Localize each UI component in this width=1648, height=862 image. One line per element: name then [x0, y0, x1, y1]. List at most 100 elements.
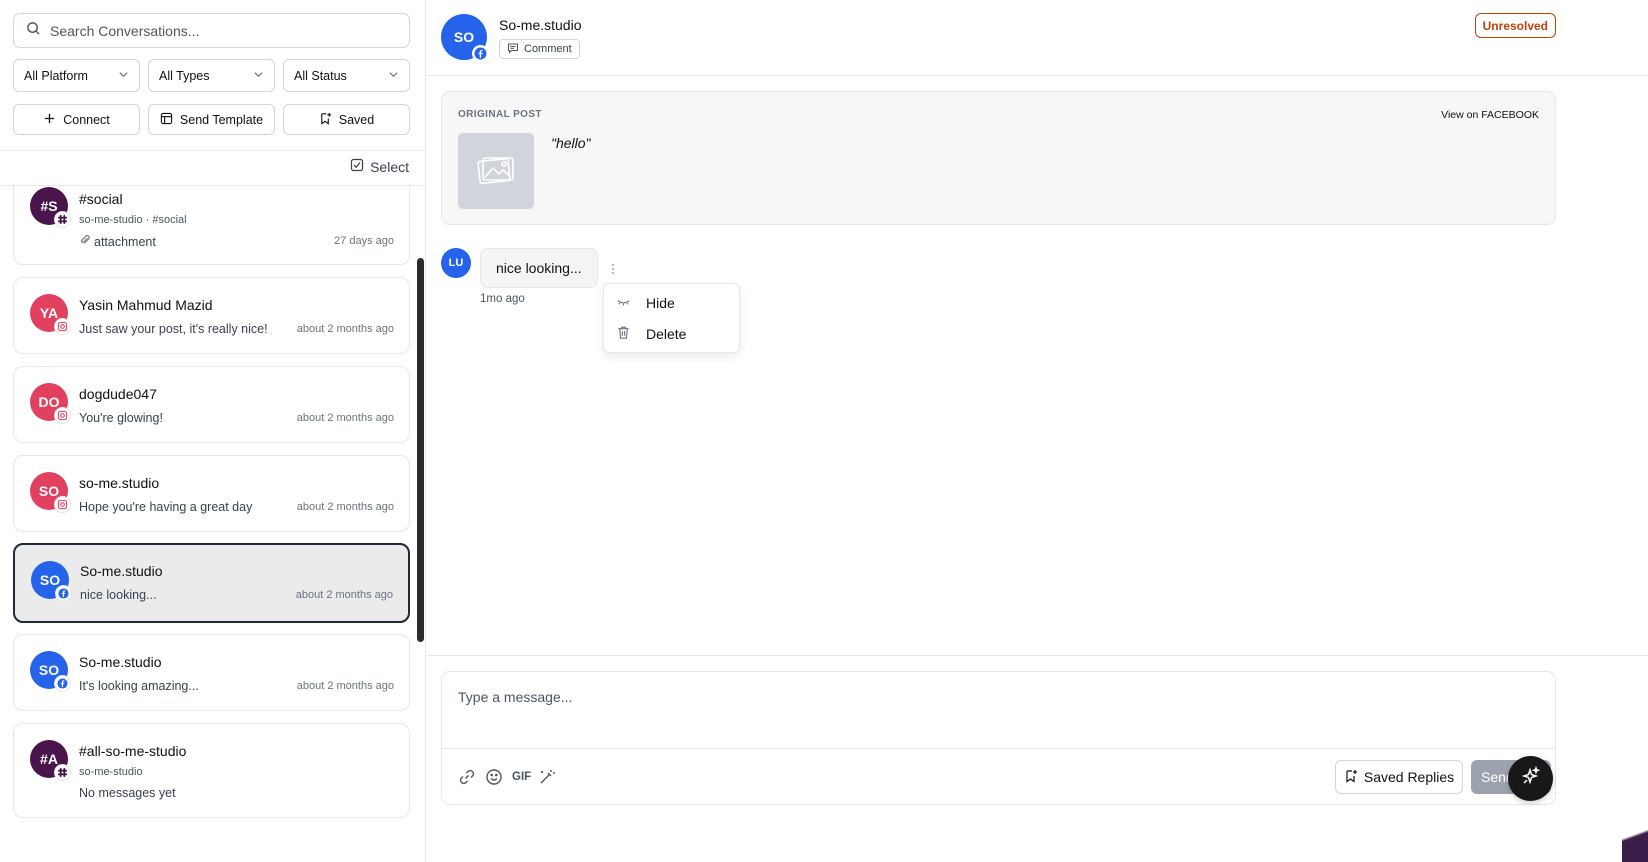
- conversation-type-chip: Comment: [499, 39, 580, 59]
- divider: [0, 150, 426, 151]
- trash-icon: [616, 325, 631, 343]
- hide-label: Hide: [646, 295, 675, 311]
- message-bubble: nice looking...: [480, 248, 598, 288]
- bookmark-plus-icon: [1344, 769, 1358, 786]
- chevron-down-icon: [118, 69, 129, 83]
- conversation-time: about 2 months ago: [296, 501, 394, 513]
- original-post-card: ORIGINAL POST View on FACEBOOK "hello": [441, 91, 1556, 225]
- conversation-sub: so-me-studio · #social: [79, 214, 187, 226]
- avatar: SO: [31, 561, 72, 602]
- instagram-icon: [54, 318, 71, 335]
- conversation-card-selected[interactable]: SO So-me.studio nice looking... about 2 …: [13, 543, 410, 623]
- search-box[interactable]: [13, 13, 410, 48]
- avatar: YA: [30, 294, 71, 335]
- checkbox-icon: [350, 158, 364, 175]
- conversation-preview: You're glowing!: [79, 411, 163, 425]
- conversation-preview: attachment: [79, 234, 156, 249]
- message-avatar: LU: [441, 248, 471, 278]
- contact-avatar: SO: [441, 14, 489, 62]
- post-text: "hello": [551, 135, 591, 151]
- conversation-sidebar: All Platform All Types All Status Connec…: [0, 0, 426, 862]
- message-context-menu: Hide Delete: [603, 283, 740, 353]
- connect-button[interactable]: Connect: [13, 104, 140, 135]
- status-badge[interactable]: Unresolved: [1474, 13, 1556, 38]
- chip-label: Comment: [524, 43, 572, 55]
- chevron-down-icon: [253, 69, 264, 83]
- emoji-icon[interactable]: [485, 766, 503, 788]
- conversation-card[interactable]: YA Yasin Mahmud Mazid Just saw your post…: [13, 277, 410, 354]
- message-input[interactable]: [458, 689, 1538, 729]
- saved-replies-button[interactable]: Saved Replies: [1335, 760, 1463, 794]
- message-time: 1mo ago: [480, 293, 525, 305]
- view-on-facebook-link[interactable]: View on FACEBOOK: [1441, 109, 1539, 121]
- conversation-time: 27 days ago: [334, 235, 394, 247]
- contact-initials: SO: [453, 29, 475, 45]
- instagram-icon: [54, 407, 71, 424]
- window-corner-decoration: [1622, 812, 1648, 862]
- saved-replies-label: Saved Replies: [1363, 769, 1455, 785]
- more-options-icon[interactable]: [610, 262, 616, 276]
- conversation-card[interactable]: SO so-me.studio Hope you're having a gre…: [13, 455, 410, 532]
- scrollbar-thumb[interactable]: [417, 258, 424, 642]
- search-icon: [26, 21, 41, 41]
- divider: [442, 748, 1555, 749]
- chevron-down-icon: [388, 69, 399, 83]
- template-icon: [160, 112, 173, 128]
- message-composer: GIF Saved Replies Send: [441, 671, 1556, 805]
- conversation-card[interactable]: SO So-me.studio It's looking amazing... …: [13, 634, 410, 711]
- conversation-card[interactable]: #A #all-so-me-studio so-me-studio No mes…: [13, 723, 410, 818]
- conversation-detail: SO So-me.studio Comment Unresolved ORIGI…: [427, 0, 1648, 862]
- avatar: SO: [30, 472, 71, 513]
- connect-label: Connect: [63, 112, 110, 127]
- bookmark-plus-icon: [319, 112, 332, 128]
- slack-icon: [54, 764, 71, 781]
- conversation-preview: Hope you're having a great day: [79, 500, 253, 514]
- delete-label: Delete: [646, 326, 687, 342]
- select-label: Select: [370, 158, 409, 175]
- hide-menu-item[interactable]: Hide: [604, 288, 741, 318]
- attach-link-icon[interactable]: [458, 766, 476, 788]
- ai-assistant-button[interactable]: [1508, 756, 1553, 801]
- conversation-sub: so-me-studio: [79, 766, 143, 778]
- avatar-initials: #A: [40, 751, 58, 767]
- comment-icon: [507, 42, 519, 57]
- search-input[interactable]: [50, 22, 380, 39]
- paperclip-icon: [79, 234, 91, 249]
- send-template-button[interactable]: Send Template: [148, 104, 275, 135]
- status-filter[interactable]: All Status: [283, 59, 410, 92]
- avatar-initials: SO: [38, 483, 60, 499]
- conversation-name: So-me.studio: [79, 654, 162, 670]
- avatar: DO: [30, 383, 71, 424]
- divider: [427, 655, 1648, 656]
- conversation-preview: nice looking...: [80, 588, 157, 602]
- instagram-icon: [54, 496, 71, 513]
- magic-wand-icon[interactable]: [538, 766, 556, 788]
- types-filter-label: All Types: [159, 68, 210, 83]
- gif-button[interactable]: GIF: [512, 766, 531, 788]
- preview-text: attachment: [94, 234, 156, 249]
- avatar-initials: #S: [40, 198, 58, 214]
- conversation-time: about 2 months ago: [295, 589, 393, 601]
- delete-menu-item[interactable]: Delete: [604, 319, 741, 349]
- saved-button[interactable]: Saved: [283, 104, 410, 135]
- avatar: #S: [30, 187, 71, 228]
- plus-icon: [43, 112, 56, 128]
- divider: [427, 75, 1648, 76]
- facebook-icon: [55, 585, 72, 602]
- platform-filter[interactable]: All Platform: [13, 59, 140, 92]
- original-post-label: ORIGINAL POST: [458, 109, 542, 120]
- avatar-initials: SO: [39, 572, 61, 588]
- facebook-icon: [472, 45, 489, 62]
- conversation-name: #social: [79, 191, 123, 207]
- conversation-preview: It's looking amazing...: [79, 679, 199, 693]
- conversation-card[interactable]: #S #social so-me-studio · #social attach…: [13, 186, 410, 265]
- send-template-label: Send Template: [179, 112, 264, 127]
- avatar: SO: [30, 651, 71, 692]
- conversation-time: about 2 months ago: [296, 680, 394, 692]
- avatar-initials: YA: [39, 305, 59, 321]
- conversation-name: Yasin Mahmud Mazid: [79, 297, 213, 313]
- types-filter[interactable]: All Types: [148, 59, 275, 92]
- avatar-initials: SO: [38, 662, 60, 678]
- conversation-card[interactable]: DO dogdude047 You're glowing! about 2 mo…: [13, 366, 410, 443]
- select-button[interactable]: Select: [350, 158, 409, 175]
